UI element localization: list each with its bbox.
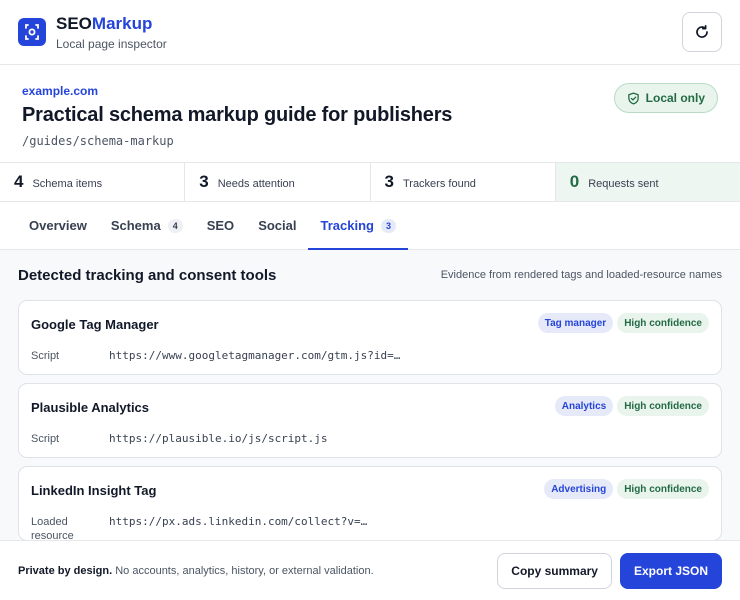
app-logo-icon — [18, 18, 46, 46]
stat-value: 0 — [569, 172, 580, 191]
evidence-label: Script — [31, 433, 60, 445]
tab-label: Social — [258, 218, 297, 233]
confidence-badge: High confidence — [617, 396, 709, 416]
confidence-badge: High confidence — [617, 479, 709, 499]
page-info: example.com Practical schema markup guid… — [0, 65, 740, 163]
stat-label: Needs attention — [217, 177, 295, 190]
privacy-note: Private by design. No accounts, analytic… — [18, 565, 374, 577]
stat-needs-attention: 3 Needs attention — [185, 163, 371, 201]
tab-label: Schema — [110, 218, 161, 233]
confidence-badge: High confidence — [617, 313, 709, 333]
tab-count-badge: 4 — [167, 218, 183, 233]
category-badge: Analytics — [554, 396, 614, 416]
tracker-name: Google Tag Manager — [31, 317, 159, 332]
app-name: SEOMarkup — [56, 14, 167, 34]
page-title: Practical schema markup guide for publis… — [22, 104, 453, 126]
evidence-label: Script — [31, 350, 60, 362]
tracker-name: Plausible Analytics — [31, 400, 150, 415]
refresh-icon — [696, 24, 708, 38]
stat-value: 3 — [199, 172, 209, 191]
tab-tracking[interactable]: Tracking 3 — [308, 202, 409, 250]
stat-value: 4 — [14, 172, 24, 191]
shield-check-icon — [627, 91, 639, 105]
evidence-label: Loaded resource — [31, 516, 74, 540]
footer-bar: Private by design. No accounts, analytic… — [0, 540, 740, 600]
app-subtitle: Local page inspector — [56, 36, 167, 51]
refresh-button[interactable] — [682, 12, 722, 52]
tab-seo[interactable]: SEO — [195, 202, 246, 249]
evidence-value: https://www.googletagmanager.com/gtm.js?… — [109, 349, 401, 362]
tab-count-badge: 3 — [380, 218, 396, 233]
tab-label: Tracking — [320, 218, 374, 233]
evidence-value: https://px.ads.linkedin.com/collect?v=… — [109, 515, 368, 528]
section-title: Detected tracking and consent tools — [18, 266, 277, 284]
stat-label: Schema items — [32, 177, 103, 190]
tracker-card: Google Tag Manager Tag manager High conf… — [18, 300, 722, 375]
tab-social[interactable]: Social — [246, 202, 308, 249]
category-badge: Tag manager — [537, 313, 614, 333]
stat-label: Trackers found — [402, 177, 476, 190]
tracking-panel: Detected tracking and consent tools Evid… — [0, 250, 740, 540]
stat-label: Requests sent — [588, 177, 659, 190]
tab-label: Overview — [29, 218, 87, 233]
stat-requests-sent: 0 Requests sent — [555, 163, 740, 201]
category-badge: Advertising — [544, 479, 614, 499]
privacy-text: No accounts, analytics, history, or exte… — [115, 564, 374, 577]
app-name-part2: Markup — [91, 13, 153, 33]
tab-overview[interactable]: Overview — [17, 202, 99, 249]
stats-bar: 4 Schema items 3 Needs attention 3 Track… — [0, 163, 740, 202]
copy-summary-button[interactable]: Copy summary — [497, 552, 612, 589]
app-name-part1: SEO — [56, 13, 92, 33]
tab-label: SEO — [206, 218, 235, 233]
local-only-badge: Local only — [613, 83, 718, 113]
tab-bar: Overview Schema 4 SEO Social Tracking 3 — [0, 202, 740, 250]
privacy-bold: Private by design. — [18, 564, 113, 577]
section-note: Evidence from rendered tags and loaded-r… — [440, 269, 722, 281]
local-only-label: Local only — [645, 91, 705, 105]
evidence-value: https://plausible.io/js/script.js — [109, 432, 328, 445]
app-header: SEOMarkup Local page inspector — [0, 0, 740, 65]
tracker-name: LinkedIn Insight Tag — [31, 483, 157, 498]
tab-schema[interactable]: Schema 4 — [99, 202, 195, 249]
page-path: /guides/schema-markup — [22, 134, 174, 148]
export-json-button[interactable]: Export JSON — [619, 552, 722, 589]
tracker-card: Plausible Analytics Analytics High confi… — [18, 383, 722, 458]
stat-trackers-found: 3 Trackers found — [371, 163, 556, 201]
tracker-card: LinkedIn Insight Tag Advertising High co… — [18, 466, 722, 540]
stat-value: 3 — [384, 172, 394, 191]
stat-schema-items: 4 Schema items — [0, 163, 186, 201]
